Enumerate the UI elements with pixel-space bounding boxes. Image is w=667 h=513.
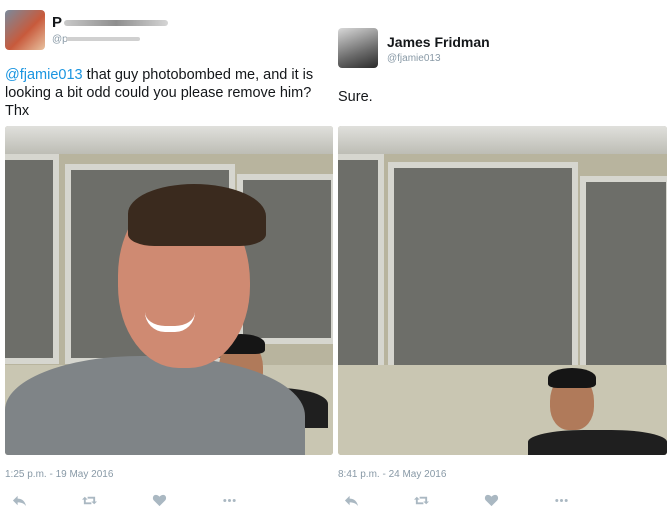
tweet-text: @fjamie013 that guy photobombed me, and … [5, 66, 333, 120]
tweet-actions [344, 491, 624, 509]
more-button[interactable] [554, 491, 624, 509]
photo-ceiling [338, 126, 667, 154]
tweet-actions [12, 491, 292, 509]
retweet-icon [414, 496, 429, 504]
retweet-icon [82, 496, 97, 504]
reply-tweet: James Fridman @fjamie013 Sure. 8:41 p.m.… [338, 0, 667, 513]
author-avatar[interactable] [5, 10, 45, 50]
mention-link[interactable]: @fjamie013 [5, 67, 83, 83]
retweet-button[interactable] [82, 491, 152, 509]
tweet-text-line3: Thx [5, 103, 30, 119]
tweet-timestamp[interactable]: 8:41 p.m. - 24 May 2016 [338, 469, 446, 480]
redaction-bar [66, 37, 140, 41]
tweet-text: Sure. [338, 89, 373, 105]
photo-ceiling [5, 126, 333, 154]
selfie-person-hair [128, 184, 266, 246]
author-handle[interactable]: @fjamie013 [387, 53, 441, 64]
photo-wall-panel [580, 176, 667, 396]
heart-icon [484, 494, 499, 506]
author-name[interactable]: James Fridman [387, 34, 490, 50]
tweet-text-line2: looking a bit odd could you please remov… [5, 85, 312, 101]
like-button[interactable] [484, 491, 554, 509]
redaction-bar [64, 20, 168, 26]
photobomber-body [528, 430, 667, 455]
reply-icon [12, 495, 27, 506]
retweet-button[interactable] [414, 491, 484, 509]
reply-button[interactable] [344, 491, 414, 509]
reply-icon [344, 495, 359, 506]
photo-wall-panel [5, 154, 59, 364]
like-button[interactable] [152, 491, 222, 509]
more-dots-icon [223, 498, 236, 502]
tweet-text-line1: that guy photobombed me, and it is [82, 67, 314, 83]
author-avatar[interactable] [338, 28, 378, 68]
author-name-redacted[interactable]: P [52, 14, 62, 31]
reply-button[interactable] [12, 491, 82, 509]
photobomber-hair [548, 368, 596, 388]
original-tweet: P @p @fjamie013 that guy photobombed me,… [0, 0, 335, 513]
tweet-photo[interactable] [5, 126, 333, 455]
heart-icon [152, 494, 167, 506]
more-button[interactable] [222, 491, 292, 509]
tweet-timestamp[interactable]: 1:25 p.m. - 19 May 2016 [5, 469, 113, 480]
more-dots-icon [555, 498, 568, 502]
tweet-photo[interactable] [338, 126, 667, 455]
